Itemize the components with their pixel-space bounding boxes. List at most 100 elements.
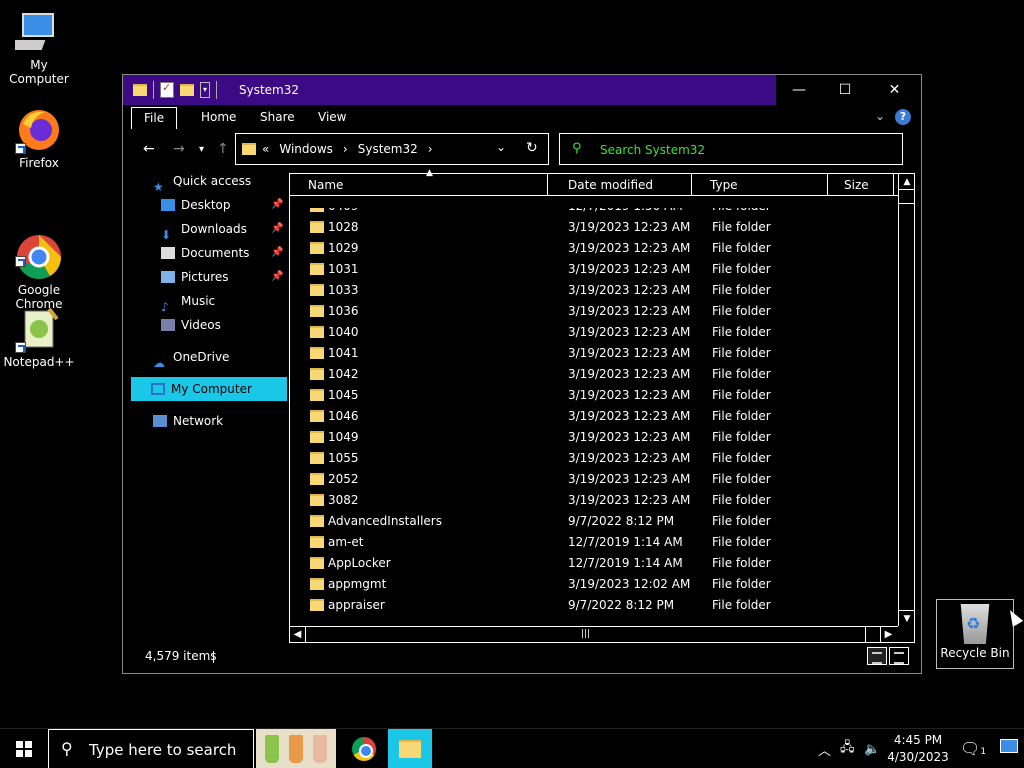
- pin-icon[interactable]: 📌: [271, 223, 283, 234]
- column-header-type[interactable]: Type: [692, 174, 828, 196]
- properties-icon[interactable]: [160, 81, 174, 98]
- column-header-date-modified[interactable]: Date modified: [548, 174, 692, 196]
- table-row[interactable]: AdvancedInstallers 9/7/2022 8:12 PM File f…: [290, 511, 898, 532]
- taskbar-app-chrome[interactable]: [344, 729, 384, 768]
- nav-item-my-computer[interactable]: My Computer: [131, 377, 287, 401]
- file-date-modified: 3/19/2023 12:23 AM: [568, 262, 691, 276]
- breadcrumb-system32[interactable]: System32: [358, 142, 418, 156]
- column-header-name[interactable]: Name: [290, 174, 548, 196]
- table-row[interactable]: appraiser 9/7/2022 8:12 PM File folder: [290, 595, 898, 616]
- minimize-button[interactable]: —: [776, 75, 822, 105]
- table-row[interactable]: 0409 12/7/2019 1:50 AM File folder: [290, 208, 898, 217]
- taskbar-search[interactable]: ⚲ Type here to search: [48, 729, 254, 768]
- horizontal-scrollbar-thumb[interactable]: |||: [306, 627, 866, 642]
- file-date-modified: 3/19/2023 12:23 AM: [568, 325, 691, 339]
- breadcrumb-windows[interactable]: Windows: [279, 142, 333, 156]
- nav-item-quick-access[interactable]: ★ Quick access: [153, 169, 251, 194]
- table-row[interactable]: 3082 3/19/2023 12:23 AM File folder: [290, 490, 898, 511]
- table-row[interactable]: 2052 3/19/2023 12:23 AM File folder: [290, 469, 898, 490]
- file-name: 1040: [328, 325, 359, 339]
- table-row[interactable]: 1036 3/19/2023 12:23 AM File folder: [290, 301, 898, 322]
- nav-item-desktop[interactable]: Desktop: [161, 193, 231, 217]
- desktop-icon-firefox[interactable]: Firefox: [1, 106, 77, 170]
- nav-item-documents[interactable]: Documents: [161, 241, 249, 265]
- recent-locations-chevron-icon[interactable]: ▾: [199, 144, 204, 155]
- start-button[interactable]: [0, 729, 48, 768]
- table-row[interactable]: am-et 12/7/2019 1:14 AM File folder: [290, 532, 898, 553]
- ribbon-tab-share[interactable]: Share: [248, 107, 307, 129]
- close-button[interactable]: ✕: [868, 75, 921, 105]
- table-row[interactable]: appmgmt 3/19/2023 12:02 AM File folder: [290, 574, 898, 595]
- scrollbar-thumb[interactable]: [899, 190, 914, 204]
- nav-item-downloads[interactable]: ⬇ Downloads: [161, 217, 247, 242]
- table-row[interactable]: 1045 3/19/2023 12:23 AM File folder: [290, 385, 898, 406]
- nav-item-videos[interactable]: Videos: [161, 313, 221, 337]
- vertical-scrollbar[interactable]: ▲ ▼: [898, 174, 915, 626]
- taskbar-search-highlights-icon[interactable]: [256, 729, 336, 768]
- help-icon[interactable]: ?: [895, 109, 911, 125]
- ribbon-tab-home[interactable]: Home: [189, 107, 248, 129]
- back-button[interactable]: ←: [143, 141, 155, 157]
- show-hidden-icons-chevron-icon[interactable]: ︿: [818, 729, 831, 768]
- desktop-icon-notepadpp[interactable]: Notepad++: [1, 305, 77, 369]
- large-icons-view-button[interactable]: [889, 647, 909, 665]
- scroll-up-arrow-icon[interactable]: ▲: [899, 174, 915, 190]
- nav-item-music[interactable]: ♪ Music: [161, 289, 215, 314]
- nav-item-onedrive[interactable]: ☁ OneDrive: [153, 345, 229, 370]
- breadcrumb-separator[interactable]: ›: [428, 142, 433, 156]
- pin-icon[interactable]: 📌: [271, 271, 283, 282]
- scroll-left-arrow-icon[interactable]: ◀: [290, 627, 306, 642]
- address-dropdown-chevron-icon[interactable]: ⌄: [496, 140, 506, 154]
- maximize-button[interactable]: ☐: [822, 75, 868, 105]
- details-view-button[interactable]: [867, 647, 887, 665]
- nav-item-network[interactable]: Network: [153, 409, 223, 433]
- desktop-icon-my-computer[interactable]: My Computer: [1, 8, 77, 86]
- up-button[interactable]: ↑: [217, 141, 229, 157]
- table-row[interactable]: AppLocker 12/7/2019 1:14 AM File folder: [290, 553, 898, 574]
- ribbon-tab-file[interactable]: File: [131, 107, 178, 129]
- search-input[interactable]: Search System32: [600, 143, 705, 157]
- horizontal-scrollbar[interactable]: ◀ ||| ▶: [290, 626, 898, 642]
- customize-toolbar-dropdown[interactable]: ▾: [200, 82, 210, 98]
- taskbar-app-file-explorer[interactable]: [388, 729, 432, 768]
- table-row[interactable]: 1055 3/19/2023 12:23 AM File folder: [290, 448, 898, 469]
- forward-button[interactable]: →: [173, 141, 185, 157]
- breadcrumb-overflow[interactable]: «: [262, 142, 269, 156]
- show-desktop-button[interactable]: [1000, 739, 1018, 753]
- scroll-down-arrow-icon[interactable]: ▼: [899, 610, 915, 626]
- title-bar[interactable]: ▾ System32 — ☐ ✕: [123, 75, 921, 105]
- address-bar[interactable]: « Windows › System32 › ⌄ ↻: [235, 133, 549, 165]
- table-row[interactable]: 1028 3/19/2023 12:23 AM File folder: [290, 217, 898, 238]
- toolbar-divider: [153, 81, 154, 99]
- refresh-icon[interactable]: ↻: [526, 140, 538, 156]
- nav-item-pictures[interactable]: Pictures: [161, 265, 229, 289]
- volume-icon[interactable]: 🔈: [864, 729, 880, 768]
- taskbar-search-input[interactable]: Type here to search: [89, 741, 236, 759]
- pin-icon[interactable]: 📌: [271, 199, 283, 210]
- network-tray-icon[interactable]: 🖧: [840, 729, 855, 768]
- expand-ribbon-chevron-icon[interactable]: ⌄: [875, 109, 885, 123]
- table-row[interactable]: 1041 3/19/2023 12:23 AM File folder: [290, 343, 898, 364]
- folder-icon: [133, 84, 147, 96]
- table-row[interactable]: 1042 3/19/2023 12:23 AM File folder: [290, 364, 898, 385]
- file-type: File folder: [712, 304, 771, 318]
- pin-icon[interactable]: 📌: [271, 247, 283, 258]
- breadcrumb-separator[interactable]: ›: [343, 142, 348, 156]
- table-row[interactable]: 1033 3/19/2023 12:23 AM File folder: [290, 280, 898, 301]
- notification-center-icon[interactable]: 🗨1: [960, 739, 986, 758]
- column-header-size[interactable]: Size: [828, 174, 894, 196]
- table-row[interactable]: 1046 3/19/2023 12:23 AM File folder: [290, 406, 898, 427]
- file-name: 1042: [328, 367, 359, 381]
- scroll-right-arrow-icon[interactable]: ▶: [880, 627, 896, 642]
- search-box[interactable]: ⚲ Search System32: [559, 133, 903, 165]
- table-row[interactable]: 1049 3/19/2023 12:23 AM File folder: [290, 427, 898, 448]
- table-row[interactable]: 1029 3/19/2023 12:23 AM File folder: [290, 238, 898, 259]
- desktop-icon-recycle-bin[interactable]: Recycle Bin: [936, 599, 1014, 669]
- file-explorer-window[interactable]: ▾ System32 — ☐ ✕ File Home Share View ⌄ …: [122, 74, 922, 674]
- folder-icon: [310, 557, 324, 569]
- new-folder-icon[interactable]: [180, 84, 194, 96]
- taskbar-clock[interactable]: 4:45 PM 4/30/2023: [884, 732, 952, 766]
- table-row[interactable]: 1040 3/19/2023 12:23 AM File folder: [290, 322, 898, 343]
- table-row[interactable]: 1031 3/19/2023 12:23 AM File folder: [290, 259, 898, 280]
- ribbon-tab-view[interactable]: View: [306, 107, 358, 129]
